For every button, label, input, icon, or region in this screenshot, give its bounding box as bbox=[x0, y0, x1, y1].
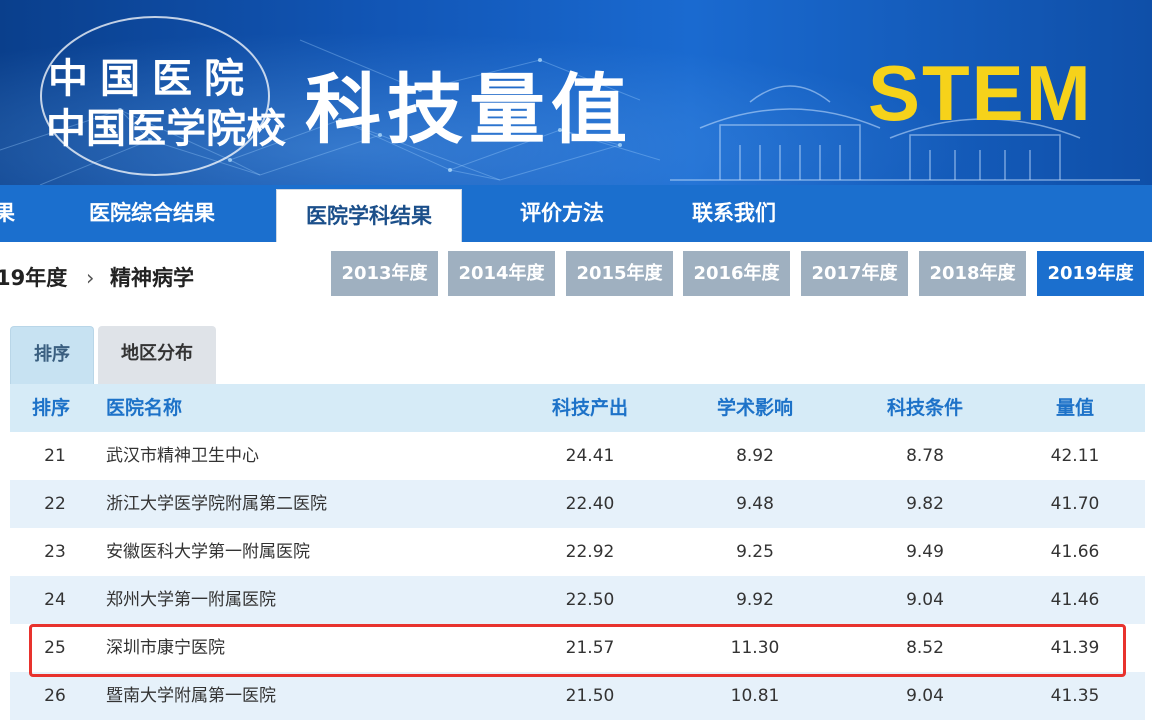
cell-value: 41.70 bbox=[1050, 494, 1100, 514]
banner-title: 科技量值 bbox=[305, 65, 633, 154]
year-button-2016[interactable]: 2016年度 bbox=[683, 251, 790, 296]
cell-academic: 10.81 bbox=[730, 686, 780, 706]
cell-value: 41.66 bbox=[1050, 542, 1100, 562]
table-row: 21 武汉市精神卫生中心 24.41 8.92 8.78 42.11 bbox=[10, 432, 1145, 480]
cell-rank: 25 bbox=[44, 638, 66, 658]
nav-item-partial[interactable]: 果 bbox=[0, 185, 15, 242]
cell-hospital-name[interactable]: 浙江大学医学院附属第二医院 bbox=[106, 480, 327, 528]
main-nav: 果 医院综合结果 医院学科结果 评价方法 联系我们 bbox=[0, 185, 1152, 242]
cell-conditions: 9.04 bbox=[906, 686, 944, 706]
cell-conditions: 8.78 bbox=[906, 446, 944, 466]
table-row: 23 安徽医科大学第一附属医院 22.92 9.25 9.49 41.66 bbox=[10, 528, 1145, 576]
year-button-2015[interactable]: 2015年度 bbox=[566, 251, 673, 296]
year-button-2013[interactable]: 2013年度 bbox=[331, 251, 438, 296]
year-button-2018[interactable]: 2018年度 bbox=[919, 251, 1026, 296]
cell-conditions: 9.04 bbox=[906, 590, 944, 610]
chevron-right-icon: › bbox=[86, 266, 95, 290]
header-name: 医院名称 bbox=[106, 397, 183, 419]
ranking-table: 排序 医院名称 科技产出 学术影响 科技条件 量值 21 武汉市精神卫生中心 2… bbox=[10, 384, 1145, 720]
cell-output: 21.57 bbox=[565, 638, 615, 658]
cell-rank: 23 bbox=[44, 542, 66, 562]
cell-conditions: 8.52 bbox=[906, 638, 944, 658]
year-button-2019[interactable]: 2019年度 bbox=[1037, 251, 1144, 296]
cell-output: 22.50 bbox=[565, 590, 615, 610]
nav-item-method[interactable]: 评价方法 bbox=[500, 185, 624, 242]
nav-item-contact[interactable]: 联系我们 bbox=[668, 185, 800, 242]
cell-value: 41.35 bbox=[1050, 686, 1100, 706]
cell-conditions: 9.49 bbox=[906, 542, 944, 562]
cell-academic: 9.25 bbox=[736, 542, 774, 562]
cell-conditions: 9.82 bbox=[906, 494, 944, 514]
breadcrumb-department: 精神病学 bbox=[110, 266, 194, 290]
site-banner: 中国医院 中国医学院校 科技量值 STEM bbox=[0, 0, 1152, 185]
table-row: 24 郑州大学第一附属医院 22.50 9.92 9.04 41.46 bbox=[10, 576, 1145, 624]
cell-hospital-name[interactable]: 暨南大学附属第一医院 bbox=[106, 672, 276, 720]
cell-hospital-name[interactable]: 深圳市康宁医院 bbox=[106, 624, 225, 672]
stem-logo: STEM bbox=[868, 49, 1093, 137]
cell-output: 24.41 bbox=[565, 446, 615, 466]
year-button-2017[interactable]: 2017年度 bbox=[801, 251, 908, 296]
header-output[interactable]: 科技产出 bbox=[515, 384, 665, 432]
tab-rank[interactable]: 排序 bbox=[10, 326, 94, 384]
cell-output: 21.50 bbox=[565, 686, 615, 706]
table-header: 排序 医院名称 科技产出 学术影响 科技条件 量值 bbox=[10, 384, 1145, 432]
cell-academic: 11.30 bbox=[730, 638, 780, 658]
cell-rank: 21 bbox=[44, 446, 66, 466]
org-line-2: 中国医学院校 bbox=[46, 106, 286, 152]
cell-academic: 8.92 bbox=[736, 446, 774, 466]
cell-rank: 22 bbox=[44, 494, 66, 514]
cell-output: 22.40 bbox=[565, 494, 615, 514]
nav-item-hospital-overall[interactable]: 医院综合结果 bbox=[68, 185, 236, 242]
cell-academic: 9.92 bbox=[736, 590, 774, 610]
header-conditions[interactable]: 科技条件 bbox=[850, 384, 1000, 432]
header-value[interactable]: 量值 bbox=[1000, 384, 1150, 432]
cell-rank: 24 bbox=[44, 590, 66, 610]
cell-value: 41.46 bbox=[1050, 590, 1100, 610]
header-academic[interactable]: 学术影响 bbox=[680, 384, 830, 432]
table-row-highlighted: 25 深圳市康宁医院 21.57 11.30 8.52 41.39 bbox=[10, 624, 1145, 672]
cell-output: 22.92 bbox=[565, 542, 615, 562]
tab-region[interactable]: 地区分布 bbox=[98, 326, 216, 384]
cell-hospital-name[interactable]: 武汉市精神卫生中心 bbox=[106, 432, 259, 480]
cell-rank: 26 bbox=[44, 686, 66, 706]
table-row: 22 浙江大学医学院附属第二医院 22.40 9.48 9.82 41.70 bbox=[10, 480, 1145, 528]
cell-value: 42.11 bbox=[1050, 446, 1100, 466]
header-rank[interactable]: 排序 bbox=[32, 384, 70, 432]
cell-hospital-name[interactable]: 安徽医科大学第一附属医院 bbox=[106, 528, 310, 576]
nav-item-hospital-discipline[interactable]: 医院学科结果 bbox=[276, 189, 462, 242]
cell-hospital-name[interactable]: 郑州大学第一附属医院 bbox=[106, 576, 276, 624]
cell-academic: 9.48 bbox=[736, 494, 774, 514]
table-row: 26 暨南大学附属第一医院 21.50 10.81 9.04 41.35 bbox=[10, 672, 1145, 720]
breadcrumb-year[interactable]: 19年度 bbox=[0, 258, 67, 298]
year-button-2014[interactable]: 2014年度 bbox=[448, 251, 555, 296]
cell-value: 41.39 bbox=[1050, 638, 1100, 658]
